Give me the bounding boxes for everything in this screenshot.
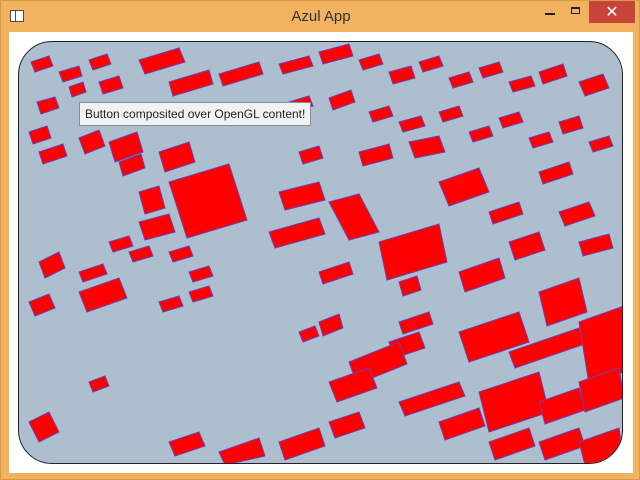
building-footprint	[388, 65, 416, 85]
building-footprint	[268, 217, 326, 249]
building-footprint	[158, 295, 184, 313]
building-footprint	[488, 201, 524, 225]
building-footprint	[578, 73, 610, 97]
building-footprint	[108, 235, 134, 253]
building-footprint	[188, 285, 214, 303]
building-footprint	[318, 261, 354, 285]
opengl-viewport[interactable]: Button composited over OpenGL content!	[18, 41, 623, 464]
building-footprint	[458, 257, 506, 293]
building-footprint	[168, 431, 206, 457]
building-footprint	[278, 55, 314, 75]
building-footprint	[218, 61, 264, 87]
building-footprint	[448, 71, 474, 89]
building-footprint	[30, 55, 54, 73]
building-footprint	[408, 135, 446, 159]
building-footprint	[398, 275, 422, 297]
building-footprint	[328, 367, 378, 403]
close-button[interactable]: ✕	[589, 1, 635, 23]
building-footprint	[368, 105, 394, 123]
building-footprint	[218, 437, 266, 463]
composited-button[interactable]: Button composited over OpenGL content!	[79, 102, 312, 126]
building-footprint	[578, 233, 614, 257]
building-footprint	[88, 375, 110, 393]
building-footprint	[278, 181, 326, 211]
building-footprint	[528, 131, 554, 149]
building-footprint	[298, 325, 320, 343]
building-footprint	[328, 193, 380, 241]
building-footprint	[558, 201, 596, 227]
building-footprint	[328, 411, 366, 439]
client-area: Button composited over OpenGL content!	[9, 32, 633, 473]
minimize-icon	[545, 13, 555, 15]
building-footprint	[38, 143, 68, 165]
building-footprint	[78, 277, 128, 313]
building-footprint	[508, 75, 536, 93]
building-footprint	[78, 129, 106, 155]
building-footprint	[298, 145, 324, 165]
building-footprint	[318, 313, 344, 337]
building-footprint	[138, 185, 166, 215]
building-footprint	[538, 427, 586, 461]
building-footprint	[358, 53, 384, 71]
building-footprint	[128, 245, 154, 263]
building-footprint	[278, 427, 326, 461]
building-footprint	[418, 55, 444, 73]
building-footprint	[538, 161, 574, 185]
close-icon: ✕	[605, 2, 619, 21]
minimize-button[interactable]	[537, 1, 563, 23]
building-footprint	[168, 69, 214, 97]
building-footprint	[538, 277, 588, 327]
building-footprint	[98, 75, 124, 95]
building-footprint	[28, 411, 60, 443]
building-footprint	[508, 231, 546, 261]
building-footprint	[168, 163, 248, 239]
building-footprint	[478, 61, 504, 79]
building-footprint	[68, 81, 87, 98]
building-footprint	[438, 167, 490, 207]
building-footprint	[188, 265, 214, 283]
building-footprint	[578, 427, 622, 463]
building-footprint	[36, 96, 60, 115]
building-footprint	[538, 63, 568, 85]
building-footprint	[88, 53, 112, 71]
building-footprint	[398, 311, 434, 335]
building-footprint	[38, 251, 66, 279]
building-footprint	[438, 105, 464, 123]
building-footprint	[358, 143, 394, 167]
maximize-button[interactable]	[563, 1, 589, 23]
building-footprint	[488, 427, 536, 461]
building-footprint	[498, 111, 524, 129]
building-footprint	[588, 135, 614, 153]
building-footprint	[78, 263, 108, 283]
building-footprint	[28, 293, 56, 317]
building-footprint	[318, 43, 354, 65]
building-footprint	[138, 213, 176, 241]
building-footprint	[578, 367, 622, 413]
building-footprint	[538, 387, 586, 425]
building-footprint	[398, 115, 426, 133]
building-footprint	[558, 115, 584, 135]
building-footprint	[58, 65, 83, 83]
building-footprint	[138, 47, 186, 75]
building-footprint	[468, 125, 494, 143]
building-footprint	[438, 407, 486, 441]
building-footprint	[328, 89, 356, 111]
building-footprint	[398, 381, 466, 417]
building-footprint	[378, 223, 448, 281]
maximize-icon	[571, 7, 580, 14]
building-footprint	[168, 245, 194, 263]
building-footprint	[158, 141, 196, 173]
app-window: Azul App ✕ Button composited over OpenGL…	[0, 0, 640, 480]
title-bar[interactable]: Azul App ✕	[1, 1, 640, 33]
building-footprint	[28, 125, 52, 145]
